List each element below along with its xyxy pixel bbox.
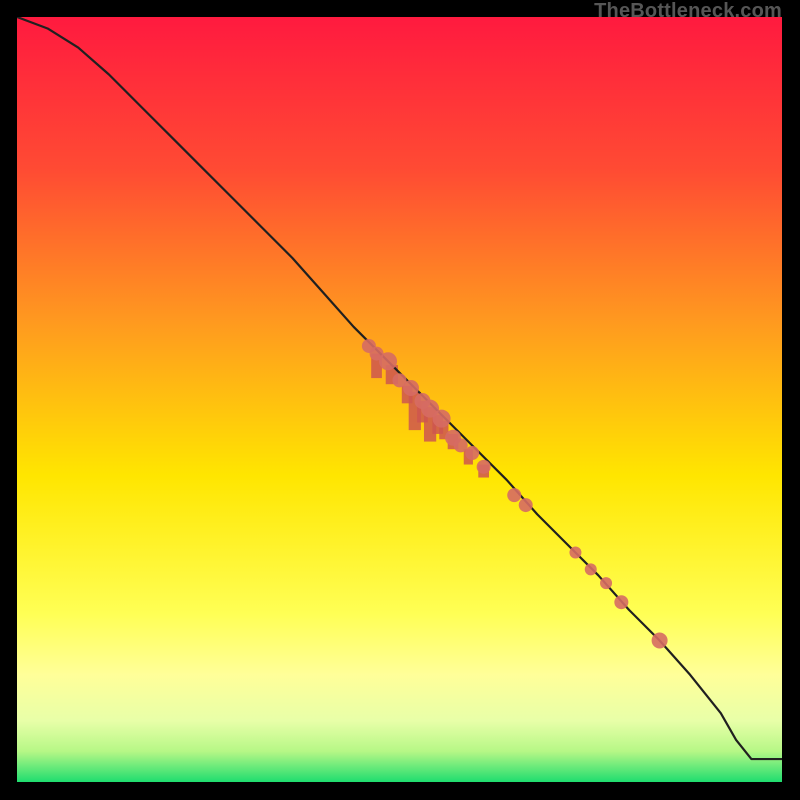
- chart-svg: [17, 17, 782, 782]
- bottleneck-chart: [17, 17, 782, 782]
- watermark-label: TheBottleneck.com: [594, 0, 782, 23]
